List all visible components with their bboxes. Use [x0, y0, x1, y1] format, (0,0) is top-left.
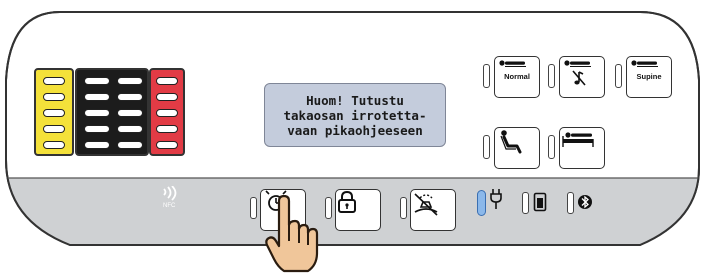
lying-person-icon — [631, 60, 658, 67]
led-segment — [156, 141, 178, 149]
led-segment — [156, 93, 178, 101]
bluetooth-icon — [578, 195, 592, 209]
normal-mode-button[interactable]: Normal — [494, 56, 540, 98]
pointing-hand-icon — [265, 195, 319, 273]
lying-person-icon — [499, 60, 526, 67]
indicator-supine — [615, 64, 622, 88]
snore-mode-button[interactable] — [559, 56, 605, 98]
lcd-display: Huom! Tutustu takaosan irrotetta- vaan p… — [264, 83, 446, 147]
indicator-no-snore — [548, 64, 555, 88]
led-segment — [43, 141, 65, 149]
led-segment — [84, 125, 110, 133]
lcd-line-3: vaan pikaohjeeseen — [287, 122, 423, 138]
indicator-bluetooth — [567, 192, 574, 214]
indicator-lock — [325, 197, 332, 219]
nfc-signal-icon — [163, 186, 177, 201]
led-segment — [43, 125, 65, 133]
flat-bed-button[interactable] — [559, 127, 605, 169]
reclining-person-icon — [500, 130, 522, 154]
led-segment — [84, 93, 110, 101]
led-segment — [117, 77, 143, 85]
flat-bed-icon — [562, 132, 594, 147]
led-segment — [84, 109, 110, 117]
supine-mode-button[interactable]: Supine — [626, 56, 672, 98]
recline-button[interactable] — [494, 127, 540, 169]
lying-person-no-music-icon — [564, 60, 591, 86]
led-segment — [43, 77, 65, 85]
led-segment — [117, 141, 143, 149]
lock-button[interactable] — [335, 189, 381, 231]
led-segment — [43, 109, 65, 117]
led-segment — [84, 141, 110, 149]
supine-label: Supine — [636, 72, 662, 81]
led-segment — [117, 93, 143, 101]
indicator-normal — [483, 64, 490, 88]
control-panel: Huom! Tutustu takaosan irrotetta- vaan p… — [0, 0, 704, 273]
led-segment — [84, 77, 110, 85]
led-segment — [156, 125, 178, 133]
led-segment — [117, 109, 143, 117]
sleeping-person-no-icon — [414, 193, 438, 216]
sleep-sensor-button[interactable] — [410, 189, 456, 231]
lcd-line-2: takaosan irrotetta- — [283, 107, 427, 123]
indicator-recline — [483, 135, 490, 159]
normal-label: Normal — [504, 72, 530, 81]
indicator-battery — [522, 192, 529, 214]
led-segment — [117, 125, 143, 133]
led-column-yellow — [34, 68, 74, 156]
padlock-icon — [338, 190, 356, 213]
led-segment — [156, 109, 178, 117]
indicator-flat — [548, 135, 555, 159]
indicator-power — [477, 190, 486, 216]
led-segment — [43, 93, 65, 101]
indicator-sleep — [400, 197, 407, 219]
led-column-red — [149, 68, 185, 156]
indicator-massage — [250, 197, 257, 219]
power-plug-icon — [490, 189, 502, 209]
battery-icon — [533, 192, 547, 212]
nfc-label: NFC — [163, 203, 176, 209]
led-column-black — [75, 68, 149, 156]
led-segment — [156, 77, 178, 85]
lcd-line-1: Huom! Tutustu — [306, 92, 404, 108]
